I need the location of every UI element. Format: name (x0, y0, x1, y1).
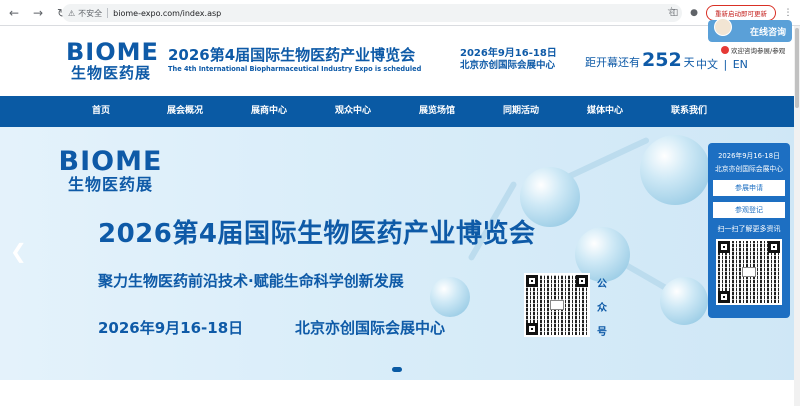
consult-note[interactable]: 欢迎咨询参展/参观 (721, 44, 785, 56)
qr-logo (742, 267, 756, 277)
banner-logo-cn: 生物医药展 (67, 175, 153, 194)
expo-title: 2026第4届国际生物医药产业博览会 The 4th International… (168, 46, 458, 74)
omnibox-divider (107, 8, 109, 18)
qr-finder (526, 323, 538, 335)
molecule-sphere (430, 277, 470, 317)
nav-item-exhibitors[interactable]: 展商中心 (230, 96, 308, 127)
url-text[interactable]: biome-expo.com/index.asp (113, 9, 221, 18)
qr-finder (718, 241, 730, 253)
menu-dots-icon[interactable]: ⋮ (780, 5, 796, 21)
logo-en-text: BIOME (66, 38, 159, 66)
qr-pattern (718, 241, 780, 303)
expo-title-cn: 2026第4届国际生物医药产业博览会 (168, 46, 416, 64)
lang-en-link[interactable]: EN (733, 58, 748, 71)
banner-title: 2026第4届国际生物医药产业博览会 (98, 219, 536, 249)
side-qr-code (716, 239, 782, 305)
page-scrollbar[interactable] (794, 26, 800, 406)
logo-cn-text: 生物医药展 (70, 64, 151, 82)
profile-icon[interactable]: ● (686, 5, 702, 21)
banner-subtitle: 聚力生物医药前沿技术·赋能生命科学创新发展 (98, 272, 404, 290)
molecule-sphere (660, 277, 708, 325)
hero-banner[interactable]: BIOME 生物医药展 2026第4届国际生物医药产业博览会 聚力生物医药前沿技… (0, 127, 800, 380)
side-panel-date: 2026年9月16-18日 (718, 152, 780, 160)
countdown-unit: 天 (683, 56, 695, 69)
qr-finder (526, 275, 538, 287)
nav-item-overview[interactable]: 展会概况 (146, 96, 224, 127)
main-nav: 首页 展会概况 展商中心 观众中心 展览场馆 同期活动 媒体中心 联系我们 (0, 96, 800, 127)
site-logo[interactable]: BIOME 生物医药展 (66, 38, 159, 82)
consult-note-text: 欢迎咨询参展/参观 (731, 47, 786, 55)
expo-title-en: The 4th International Biopharmaceutical … (168, 65, 422, 73)
qr-logo (550, 300, 564, 310)
carousel-prev-icon[interactable]: ❮ (10, 239, 27, 263)
nav-item-contact[interactable]: 联系我们 (650, 96, 728, 127)
nav-item-media[interactable]: 媒体中心 (566, 96, 644, 127)
back-arrow-icon[interactable]: ← (4, 3, 24, 23)
expo-date-venue: 2026年9月16-18日 北京亦创国际会展中心 (460, 48, 570, 72)
wechat-label-char: 公 (597, 279, 607, 290)
lang-separator: | (723, 58, 728, 71)
wechat-label: 公 众 号 (595, 273, 609, 345)
qr-finder (768, 241, 780, 253)
address-bar[interactable]: ⚠ 不安全 biome-expo.com/index.asp ☆ (62, 4, 682, 22)
nav-item-visitors[interactable]: 观众中心 (314, 96, 392, 127)
side-panel: 2026年9月16-18日 北京亦创国际会展中心 参展申请 参观登记 扫一扫了解… (708, 143, 790, 318)
wechat-label-char: 号 (597, 327, 607, 338)
banner-date: 2026年9月16-18日 (98, 319, 244, 337)
notification-dot-icon (721, 46, 729, 54)
wechat-qr-code (524, 273, 590, 337)
scan-label: 扫一扫了解更多资讯 (717, 225, 781, 233)
visitor-register-button[interactable]: 参观登记 (713, 202, 785, 218)
nav-item-venue[interactable]: 展览场馆 (398, 96, 476, 127)
banner-logo-en: BIOME (58, 146, 163, 177)
scrollbar-thumb[interactable] (795, 28, 799, 108)
consultant-avatar (714, 18, 732, 36)
expo-date: 2026年9月16-18日 (460, 48, 557, 59)
browser-toolbar: ← → ↻ ⚠ 不安全 biome-expo.com/index.asp ☆ ◫… (0, 0, 800, 26)
forward-arrow-icon[interactable]: → (28, 3, 48, 23)
nav-item-home[interactable]: 首页 (62, 96, 140, 127)
side-panel-venue: 北京亦创国际会展中心 (715, 165, 783, 173)
countdown: 距开幕还有 252 天 (585, 49, 695, 71)
qr-finder (718, 291, 730, 303)
banner-logo: BIOME 生物医药展 (58, 146, 163, 195)
exhibit-apply-button[interactable]: 参展申请 (713, 180, 785, 196)
banner-venue: 北京亦创国际会展中心 (295, 319, 446, 337)
lang-cn-link[interactable]: 中文 (696, 58, 718, 71)
countdown-value: 252 (642, 49, 682, 71)
qr-finder (576, 275, 588, 287)
qr-pattern (526, 275, 588, 335)
side-panel-icon[interactable]: ◫ (666, 5, 682, 21)
warning-icon[interactable]: ⚠ (68, 9, 75, 18)
carousel-dot-active[interactable] (392, 367, 402, 372)
molecule-sphere (640, 135, 710, 205)
nav-item-events[interactable]: 同期活动 (482, 96, 560, 127)
countdown-label: 距开幕还有 (585, 56, 640, 69)
site-header: BIOME 生物医药展 2026第4届国际生物医药产业博览会 The 4th I… (0, 26, 800, 96)
update-button[interactable]: 重新启动即可更新 (706, 5, 776, 21)
language-switch: 中文 | EN (695, 56, 749, 72)
expo-venue: 北京亦创国际会展中心 (460, 60, 556, 71)
security-label[interactable]: 不安全 (78, 8, 102, 19)
wechat-label-char: 众 (597, 303, 607, 314)
